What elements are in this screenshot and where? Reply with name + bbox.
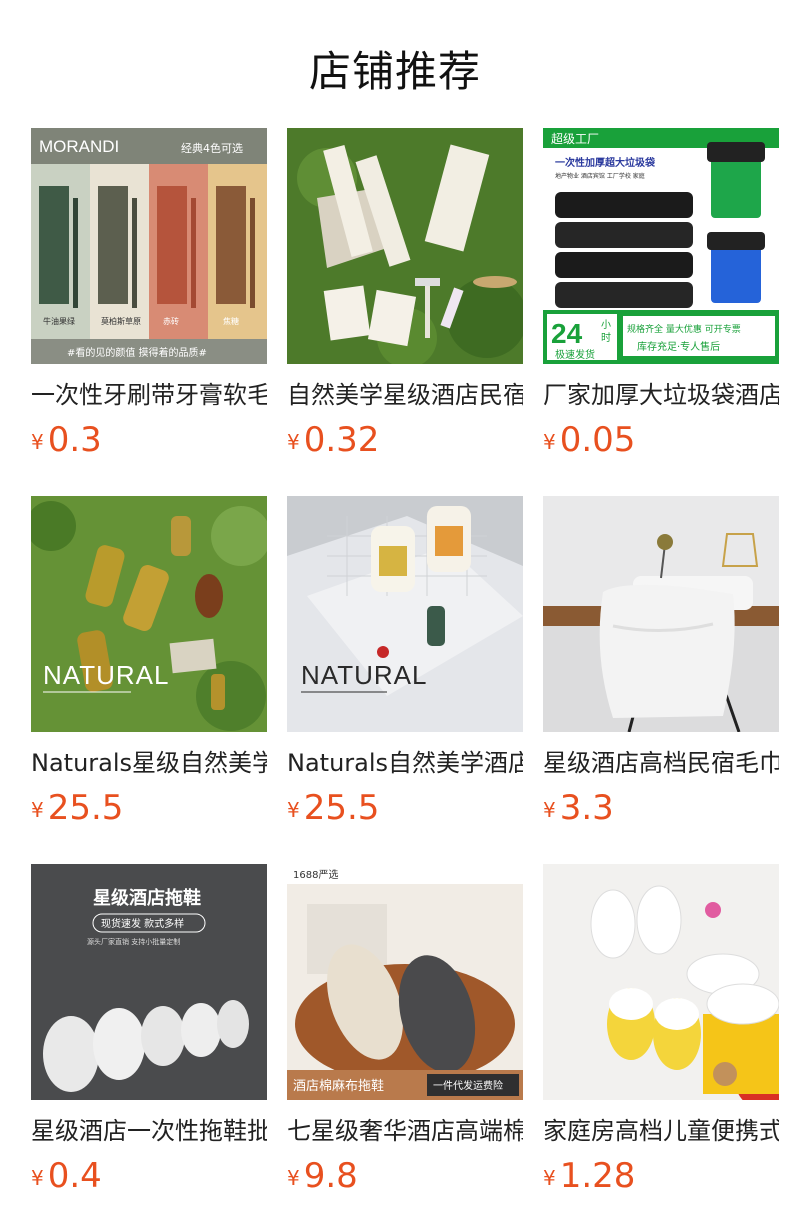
tag-text: 经典4色可选: [181, 141, 243, 155]
price-value: 25.5: [303, 788, 380, 828]
svg-text:24: 24: [551, 318, 583, 349]
price-value: 9.8: [303, 1156, 358, 1196]
product-price: ¥0.32: [287, 420, 379, 460]
product-image-naturals-basket[interactable]: NATURAL: [287, 496, 523, 732]
currency-symbol: ¥: [31, 430, 44, 454]
svg-text:莫柏斯草原: 莫柏斯草原: [101, 316, 141, 326]
currency-symbol: ¥: [287, 1166, 300, 1190]
page-title: 店铺推荐: [308, 47, 481, 96]
product-price: ¥0.4: [31, 1156, 102, 1196]
product-price: ¥25.5: [287, 788, 379, 828]
svg-text:超级工厂: 超级工厂: [551, 131, 599, 146]
price-value: 25.5: [47, 788, 124, 828]
svg-text:时: 时: [601, 332, 611, 344]
product-image-towels[interactable]: [543, 496, 779, 732]
product-title[interactable]: 自然美学星级酒店民宿: [287, 378, 523, 412]
currency-symbol: ¥: [287, 430, 300, 454]
product-title[interactable]: 星级酒店一次性拖鞋批: [31, 1114, 267, 1148]
svg-text:赤砖: 赤砖: [163, 316, 179, 326]
svg-text:1688严选: 1688严选: [293, 868, 338, 881]
svg-text:牛油果绿: 牛油果绿: [43, 316, 75, 326]
slogan-text: #看的见的颜值 摸得着的品质#: [67, 346, 207, 359]
product-image-amenity-kit[interactable]: [287, 128, 523, 364]
currency-symbol: ¥: [543, 430, 556, 454]
product-price: ¥3.3: [543, 788, 614, 828]
product-image-naturals-grass[interactable]: NATURAL: [31, 496, 267, 732]
svg-text:极速发货: 极速发货: [555, 348, 595, 361]
product-title[interactable]: 星级酒店高档民宿毛巾: [543, 746, 779, 780]
product-price: ¥25.5: [31, 788, 123, 828]
svg-text:地产物业 酒店宾馆 工厂学校 家庭: 地产物业 酒店宾馆 工厂学校 家庭: [555, 172, 645, 180]
svg-text:酒店棉麻布拖鞋: 酒店棉麻布拖鞋: [293, 1078, 384, 1094]
price-value: 0.05: [559, 420, 636, 460]
product-image-linen-slippers[interactable]: 1688严选 酒店棉麻布拖鞋 一件代发运费险: [287, 864, 523, 1100]
svg-text:库存充足·专人售后: 库存充足·专人售后: [637, 340, 720, 353]
svg-text:焦糖: 焦糖: [223, 316, 239, 326]
product-image-garbage-bags[interactable]: 超级工厂 一次性加厚超大垃圾袋 地产物业 酒店宾馆 工厂学校 家庭 24 小 时…: [543, 128, 779, 364]
natural-overlay: NATURAL: [301, 660, 427, 690]
svg-text:现货速发 款式多样: 现货速发 款式多样: [101, 917, 184, 930]
svg-text:小: 小: [601, 319, 611, 331]
natural-overlay: NATURAL: [43, 660, 169, 690]
product-title[interactable]: 七星级奢华酒店高端棉: [287, 1114, 523, 1148]
product-price: ¥0.3: [31, 420, 102, 460]
product-image-kids-slippers[interactable]: [543, 864, 779, 1100]
product-title[interactable]: 厂家加厚大垃圾袋酒店: [543, 378, 779, 412]
svg-text:规格齐全 量大优惠 可开专票: 规格齐全 量大优惠 可开专票: [627, 323, 741, 335]
svg-text:星级酒店拖鞋: 星级酒店拖鞋: [93, 887, 201, 909]
product-title[interactable]: Naturals自然美学酒店: [287, 746, 523, 780]
svg-text:源头厂家直销 支持小批量定制: 源头厂家直销 支持小批量定制: [87, 937, 180, 946]
currency-symbol: ¥: [543, 1166, 556, 1190]
product-price: ¥9.8: [287, 1156, 358, 1196]
currency-symbol: ¥: [287, 798, 300, 822]
product-image-hotel-slippers[interactable]: 星级酒店拖鞋 现货速发 款式多样 源头厂家直销 支持小批量定制: [31, 864, 267, 1100]
product-price: ¥1.28: [543, 1156, 635, 1196]
product-title[interactable]: 家庭房高档儿童便携式: [543, 1114, 779, 1148]
svg-text:一件代发运费险: 一件代发运费险: [433, 1079, 503, 1092]
price-value: 0.3: [47, 420, 102, 460]
currency-symbol: ¥: [543, 798, 556, 822]
currency-symbol: ¥: [31, 1166, 44, 1190]
price-value: 3.3: [559, 788, 614, 828]
svg-text:一次性加厚超大垃圾袋: 一次性加厚超大垃圾袋: [555, 156, 656, 169]
price-value: 0.32: [303, 420, 380, 460]
price-value: 1.28: [559, 1156, 636, 1196]
brand-text: MORANDI: [39, 137, 119, 156]
product-price: ¥0.05: [543, 420, 635, 460]
product-title[interactable]: 一次性牙刷带牙膏软毛: [31, 378, 267, 412]
price-value: 0.4: [47, 1156, 102, 1196]
product-title[interactable]: Naturals星级自然美学: [31, 746, 267, 780]
product-image-toothbrush[interactable]: MORANDI 经典4色可选 牛油果绿 莫柏斯草原 赤砖 焦糖 #看的见的颜值 …: [31, 128, 267, 364]
currency-symbol: ¥: [31, 798, 44, 822]
